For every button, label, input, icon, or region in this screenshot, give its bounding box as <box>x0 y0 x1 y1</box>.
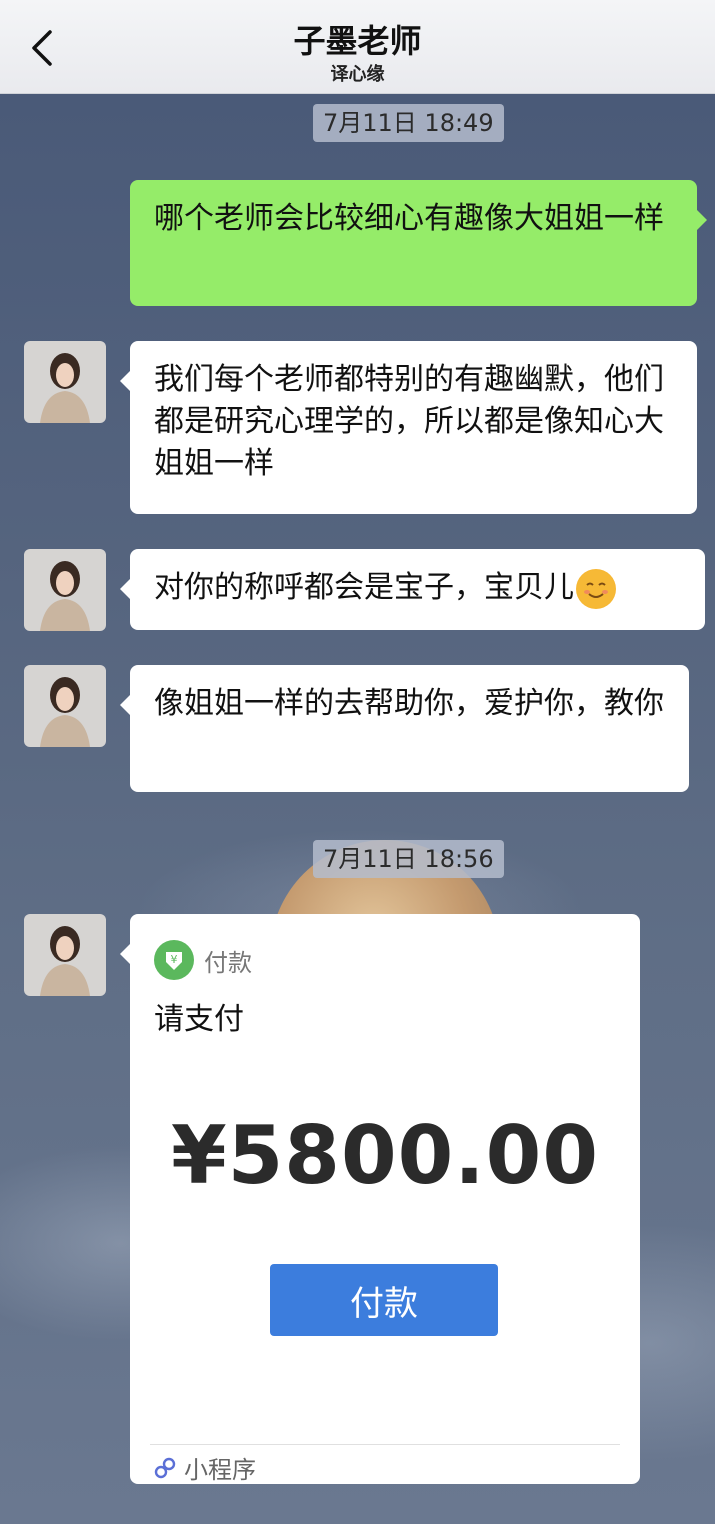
avatar[interactable] <box>24 914 106 996</box>
sent-message[interactable]: 哪个老师会比较细心有趣像大姐姐一样 <box>130 180 707 306</box>
payment-description: 请支付 <box>154 1002 244 1037</box>
payment-amount: ¥5800.00 <box>170 1109 600 1202</box>
svg-text:¥: ¥ <box>171 953 178 966</box>
mini-program-footer: 小程序 <box>152 1450 256 1485</box>
message-text: 像姐姐一样的去帮助你，爱护你，教你 <box>154 686 664 721</box>
mini-program-label: 小程序 <box>184 1456 256 1484</box>
avatar[interactable] <box>24 549 106 631</box>
payment-label: 付款 <box>204 948 252 977</box>
chat-subtitle: 译心缘 <box>330 64 385 85</box>
received-message[interactable]: 像姐姐一样的去帮助你，爱护你，教你 <box>120 665 689 792</box>
payment-card-header: ¥ 付款 <box>154 940 252 980</box>
chat-header: 子墨老师 译心缘 <box>0 0 715 94</box>
timestamp: 7月11日 18:56 <box>313 840 504 878</box>
message-text: 我们每个老师都特别的有趣幽默，他们都是研究心理学的，所以都是像知心大姐姐一样 <box>154 362 664 481</box>
mini-program-icon <box>154 1457 176 1478</box>
divider <box>150 1444 620 1445</box>
message-text: 哪个老师会比较细心有趣像大姐姐一样 <box>154 201 664 236</box>
received-message[interactable]: 对你的称呼都会是宝子，宝贝儿 <box>120 549 705 630</box>
smiling-face-icon <box>576 568 616 609</box>
message-text: 对你的称呼都会是宝子，宝贝儿 <box>154 570 574 605</box>
avatar[interactable] <box>24 665 106 747</box>
chat-title: 子墨老师 <box>293 22 422 60</box>
timestamp: 7月11日 18:49 <box>313 104 504 142</box>
received-message[interactable]: 我们每个老师都特别的有趣幽默，他们都是研究心理学的，所以都是像知心大姐姐一样 <box>120 341 697 514</box>
pay-button[interactable]: 付款 <box>270 1264 498 1336</box>
yuan-shield-icon: ¥ <box>154 940 194 980</box>
payment-card[interactable]: ¥ 付款 请支付 ¥5800.00 付款 小程序 <box>120 914 640 1485</box>
avatar[interactable] <box>24 341 106 423</box>
